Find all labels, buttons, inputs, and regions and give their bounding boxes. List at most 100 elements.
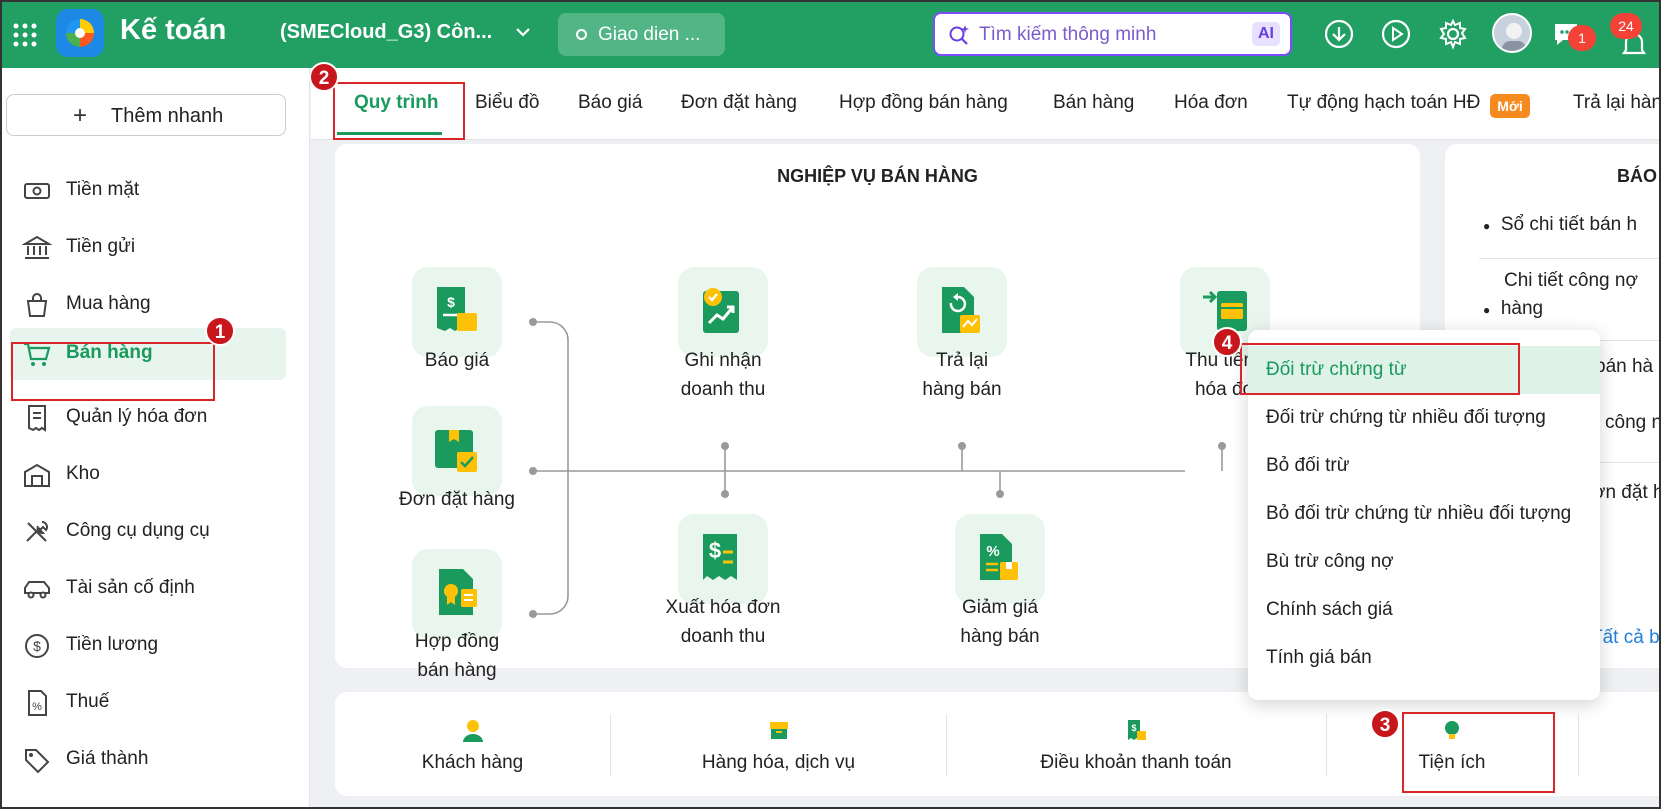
order-box-icon bbox=[435, 430, 477, 472]
payment-terms-label: Điều khoản thanh toán bbox=[1040, 752, 1232, 773]
cash-icon bbox=[24, 183, 50, 199]
gear-icon[interactable] bbox=[1437, 18, 1469, 50]
plus-icon: + bbox=[73, 102, 88, 129]
ai-badge[interactable]: AI bbox=[1252, 22, 1280, 46]
goods-box-icon bbox=[769, 722, 788, 739]
quick-add-button[interactable]: + Thêm nhanh bbox=[6, 94, 286, 136]
sidebar-item-payroll[interactable]: $ Tiền lương bbox=[0, 620, 310, 672]
warehouse-icon bbox=[24, 463, 50, 487]
bank-icon bbox=[22, 235, 52, 259]
svg-text:%: % bbox=[986, 543, 999, 560]
divider bbox=[1479, 258, 1661, 259]
sidebar-item-label: Thuế bbox=[66, 691, 110, 712]
new-badge: Mới bbox=[1490, 94, 1530, 118]
sidebar-item-cost-price[interactable]: Giá thành bbox=[0, 734, 310, 786]
sidebar-item-deposit[interactable]: Tiền gửi bbox=[0, 222, 310, 274]
sales-return-node[interactable] bbox=[917, 267, 1007, 357]
radio-circle-icon bbox=[576, 29, 587, 40]
app-grid-icon[interactable] bbox=[12, 22, 38, 48]
menu-item-offset-multi-object[interactable]: Đối trừ chứng từ nhiều đối tượng bbox=[1248, 394, 1600, 442]
tab-quotes[interactable]: Báo giá bbox=[578, 92, 642, 114]
sales-discount-label: Giảm giá hàng bán bbox=[960, 597, 1040, 647]
annotation-box-2 bbox=[333, 82, 465, 140]
annotation-number-4: 4 bbox=[1212, 327, 1242, 357]
tax-icon: % bbox=[28, 690, 47, 716]
report-link[interactable]: ● Sổ chi tiết bán h bbox=[1483, 214, 1637, 236]
customers-shortcut[interactable]: Khách hàng bbox=[335, 692, 610, 796]
sidebar: + Thêm nhanh Tiền mặt Tiền gửi Mua hàng … bbox=[0, 68, 310, 809]
sales-order-label: Đơn đặt hàng bbox=[399, 489, 515, 510]
company-selector[interactable]: (SMECloud_G3) Côn... bbox=[280, 21, 492, 44]
invoice-icon bbox=[28, 405, 46, 432]
report-link[interactable]: công n bbox=[1605, 412, 1661, 434]
sidebar-item-label: Tiền mặt bbox=[66, 179, 140, 200]
quote-node[interactable]: $ bbox=[412, 267, 502, 357]
menu-item-cancel-offset-multi-object[interactable]: Bỏ đối trừ chứng từ nhiều đối tượng bbox=[1248, 490, 1600, 538]
sidebar-item-label: Tài sản cố định bbox=[66, 577, 195, 598]
annotation-box-3 bbox=[1402, 712, 1555, 793]
smart-search-input[interactable]: Tìm kiếm thông minh AI bbox=[933, 12, 1292, 56]
quick-add-label: Thêm nhanh bbox=[111, 105, 224, 127]
tab-auto-accounting[interactable]: Tự động hạch toán HĐ bbox=[1287, 92, 1480, 114]
customers-label: Khách hàng bbox=[421, 752, 524, 773]
chevron-down-icon[interactable] bbox=[515, 26, 531, 38]
tab-sales[interactable]: Bán hàng bbox=[1053, 92, 1134, 114]
report-link[interactable]: Chi tiết công nợ bbox=[1483, 270, 1638, 292]
sidebar-item-fixed-assets[interactable]: Tài sản cố định bbox=[0, 563, 310, 615]
return-document-icon bbox=[942, 287, 980, 333]
annotation-box-4 bbox=[1240, 343, 1520, 395]
all-reports-link[interactable]: Tất cả b bbox=[1591, 627, 1660, 649]
tab-sales-contracts[interactable]: Hợp đồng bán hàng bbox=[839, 92, 1008, 114]
tab-sales-returns[interactable]: Trả lại hàn bbox=[1573, 92, 1661, 114]
tab-charts[interactable]: Biểu đồ bbox=[475, 92, 539, 114]
play-icon[interactable] bbox=[1380, 18, 1412, 50]
sales-contract-node[interactable] bbox=[412, 549, 502, 639]
module-tabs: Quy trình Biểu đồ Báo giá Đơn đặt hàng H… bbox=[311, 68, 1661, 140]
svg-text:$: $ bbox=[33, 638, 41, 654]
app-logo[interactable] bbox=[56, 9, 104, 57]
quote-icon: $ bbox=[437, 287, 477, 331]
sidebar-item-tools[interactable]: Công cụ dụng cụ bbox=[0, 506, 310, 558]
menu-item-calculate-price[interactable]: Tính giá bán bbox=[1248, 634, 1600, 682]
svg-text:$: $ bbox=[1131, 723, 1136, 733]
divider bbox=[1578, 714, 1579, 776]
receipt-dollar-icon: $ bbox=[703, 534, 737, 580]
revenue-record-node[interactable] bbox=[678, 267, 768, 357]
sidebar-item-label: Công cụ dụng cụ bbox=[66, 520, 210, 541]
revenue-chart-icon bbox=[703, 288, 739, 333]
menu-item-debt-clearing[interactable]: Bù trừ công nợ bbox=[1248, 538, 1600, 586]
tab-orders[interactable]: Đơn đặt hàng bbox=[681, 92, 797, 114]
price-tag-icon bbox=[25, 749, 50, 774]
issue-invoice-node[interactable]: $ bbox=[678, 514, 768, 604]
menu-item-cancel-offset[interactable]: Bỏ đối trừ bbox=[1248, 442, 1600, 490]
report-link[interactable]: bán hà bbox=[1595, 356, 1653, 378]
quote-label: Báo giá bbox=[424, 350, 490, 371]
interface-toggle[interactable]: Giao dien ... bbox=[558, 13, 725, 56]
customer-icon bbox=[462, 720, 483, 742]
car-icon bbox=[24, 581, 50, 599]
menu-item-price-policy[interactable]: Chính sách giá bbox=[1248, 586, 1600, 634]
sidebar-item-warehouse[interactable]: Kho bbox=[0, 449, 310, 501]
svg-text:%: % bbox=[32, 701, 42, 713]
sales-discount-node[interactable]: % bbox=[955, 514, 1045, 604]
dollar-circle-icon: $ bbox=[25, 634, 49, 658]
annotation-number-3: 3 bbox=[1370, 709, 1400, 739]
sidebar-item-cash[interactable]: Tiền mặt bbox=[0, 165, 310, 217]
issue-invoice-label: Xuất hóa đơn doanh thu bbox=[665, 597, 781, 647]
sales-order-node[interactable] bbox=[412, 406, 502, 496]
user-avatar[interactable] bbox=[1492, 13, 1532, 53]
sidebar-item-label: Tiền lương bbox=[66, 634, 159, 655]
payment-terms-shortcut[interactable]: $ Điều khoản thanh toán bbox=[947, 692, 1325, 796]
interface-toggle-label: Giao dien ... bbox=[598, 24, 701, 45]
download-icon[interactable] bbox=[1323, 18, 1355, 50]
tab-invoices[interactable]: Hóa đơn bbox=[1174, 92, 1248, 114]
revenue-record-label: Ghi nhận doanh thu bbox=[680, 350, 766, 400]
svg-text:$: $ bbox=[709, 538, 721, 563]
goods-services-shortcut[interactable]: Hàng hóa, dịch vụ bbox=[611, 692, 946, 796]
payment-terms-icon: $ bbox=[1128, 720, 1146, 740]
sidebar-item-tax[interactable]: % Thuế bbox=[0, 677, 310, 729]
app-title: Kế toán bbox=[120, 14, 227, 46]
tools-icon bbox=[26, 521, 48, 542]
report-link[interactable]: ơn đặt h bbox=[1593, 482, 1661, 504]
sidebar-item-purchase[interactable]: Mua hàng bbox=[0, 279, 310, 331]
